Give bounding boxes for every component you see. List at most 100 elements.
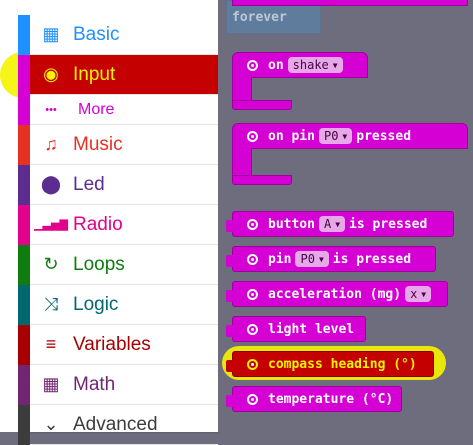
category-label: Advanced <box>73 413 158 435</box>
headphones-icon: ♫ <box>44 134 58 154</box>
button-prefix: button <box>268 216 315 232</box>
input-icon <box>247 323 258 335</box>
input-icon <box>247 393 258 405</box>
category-led[interactable]: ⬤ Led <box>18 165 218 205</box>
gesture-value: shake <box>292 58 329 72</box>
on-shake-foot <box>232 100 292 110</box>
category-music[interactable]: ♫ Music <box>18 125 218 165</box>
acceleration-prefix: acceleration (mg) <box>268 286 402 302</box>
category-math[interactable]: ▦ Math <box>18 365 218 405</box>
pin-dropdown[interactable]: P0 ▼ <box>318 128 353 144</box>
dropdown-arrow-icon: ▼ <box>335 219 341 229</box>
input-icon <box>247 253 258 265</box>
dimension-dropdown[interactable]: x ▼ <box>405 286 432 302</box>
on-pin-body <box>232 148 252 176</box>
lines-icon: ≡ <box>45 334 57 354</box>
category-variables[interactable]: ≡ Variables <box>18 325 218 365</box>
dropdown-arrow-icon: ▼ <box>342 131 348 141</box>
category-basic[interactable]: ▦ Basic <box>18 15 218 55</box>
on-pin-pressed-block[interactable]: on pin P0 ▼ pressed <box>232 123 468 149</box>
category-color-bar <box>18 405 30 445</box>
category-loops[interactable]: ↻ Loops <box>18 245 218 285</box>
light-level-block[interactable]: light level <box>226 316 366 342</box>
pin-value: P0 <box>300 252 315 266</box>
button-suffix: is pressed <box>349 216 428 232</box>
input-icon <box>247 358 258 370</box>
on-pin-prefix: on pin <box>268 128 315 144</box>
pin-prefix: pin <box>268 251 292 267</box>
chevron-icon: ⌄ <box>43 414 59 434</box>
calculator-icon: ▦ <box>42 374 60 394</box>
forever-label: forever <box>232 10 287 25</box>
reporter-notch <box>226 360 234 372</box>
top-cutoff-block <box>232 0 468 6</box>
pin-is-pressed-block[interactable]: pin P0 ▼ is pressed <box>226 246 436 272</box>
shuffle-icon: ⤨ <box>43 294 59 314</box>
category-logic[interactable]: ⤨ Logic <box>18 285 218 325</box>
gesture-dropdown[interactable]: shake ▼ <box>287 57 343 73</box>
dimension-value: x <box>410 287 418 301</box>
refresh-icon: ↻ <box>43 254 59 274</box>
toolbox: ▦ Basic ◉ Input ••• More ♫ Music ⬤ Led ▁▃▅▇ Radio ↻ L… <box>18 0 218 445</box>
category-label: Math <box>73 373 116 395</box>
reporter-notch <box>226 255 234 267</box>
pin-dropdown[interactable]: P0 ▼ <box>295 251 329 267</box>
category-color-bar <box>18 205 30 245</box>
button-value: A <box>323 217 332 231</box>
category-color-bar <box>18 55 30 95</box>
on-shake-prefix: on <box>268 57 284 73</box>
input-icon <box>247 218 258 230</box>
toggle-icon: ⬤ <box>40 174 62 194</box>
category-label: Variables <box>73 333 151 355</box>
reporter-notch <box>226 325 234 337</box>
category-label: Led <box>73 173 105 195</box>
compass-heading-block[interactable]: compass heading (°) <box>226 351 434 377</box>
category-color-bar <box>18 125 30 165</box>
category-label: Basic <box>73 23 120 45</box>
button-dropdown[interactable]: A ▼ <box>318 216 346 232</box>
temperature-block[interactable]: temperature (°C) <box>226 386 402 412</box>
input-icon <box>247 130 258 142</box>
category-color-bar <box>18 95 30 125</box>
category-color-bar <box>18 325 30 365</box>
on-shake-body <box>232 77 252 101</box>
input-icon <box>247 288 258 300</box>
category-label: More <box>78 100 115 118</box>
reporter-notch <box>226 395 234 407</box>
category-label: Logic <box>73 293 119 315</box>
category-color-bar <box>18 245 30 285</box>
light-level-label: light level <box>268 321 355 337</box>
category-color-bar <box>18 15 30 55</box>
pin-suffix: is pressed <box>332 251 412 267</box>
signal-bars-icon: ▁▃▅▇ <box>34 219 68 231</box>
reporter-notch <box>226 220 234 232</box>
category-input[interactable]: ◉ Input <box>18 55 218 95</box>
category-label: Radio <box>73 213 123 235</box>
temperature-label: temperature (°C) <box>268 391 394 407</box>
on-pin-foot <box>232 175 292 185</box>
grid-icon: ▦ <box>42 24 60 44</box>
category-label: Loops <box>73 253 125 275</box>
on-shake-block[interactable]: on shake ▼ <box>232 52 368 78</box>
category-color-bar <box>18 365 30 405</box>
reporter-notch <box>226 290 234 302</box>
dropdown-arrow-icon: ▼ <box>421 289 427 299</box>
category-more[interactable]: ••• More <box>18 95 218 125</box>
more-dots-icon: ••• <box>45 103 57 116</box>
compass-heading-label: compass heading (°) <box>268 356 417 372</box>
button-is-pressed-block[interactable]: button A ▼ is pressed <box>226 211 454 237</box>
radio-target-icon: ◉ <box>43 64 59 84</box>
dropdown-arrow-icon: ▼ <box>332 60 338 70</box>
pin-value: P0 <box>323 129 339 143</box>
category-label: Music <box>73 133 123 155</box>
category-advanced[interactable]: ⌄ Advanced <box>18 405 218 445</box>
category-radio[interactable]: ▁▃▅▇ Radio <box>18 205 218 245</box>
on-pin-suffix: pressed <box>356 128 412 144</box>
category-color-bar <box>18 165 30 205</box>
dropdown-arrow-icon: ▼ <box>318 254 324 264</box>
input-icon <box>247 59 258 71</box>
category-label: Input <box>73 63 116 85</box>
category-color-bar <box>18 285 30 325</box>
acceleration-block[interactable]: acceleration (mg) x ▼ <box>226 281 448 307</box>
workspace[interactable]: forever on shake ▼ on pin P0 ▼ pressed but… <box>218 0 473 432</box>
